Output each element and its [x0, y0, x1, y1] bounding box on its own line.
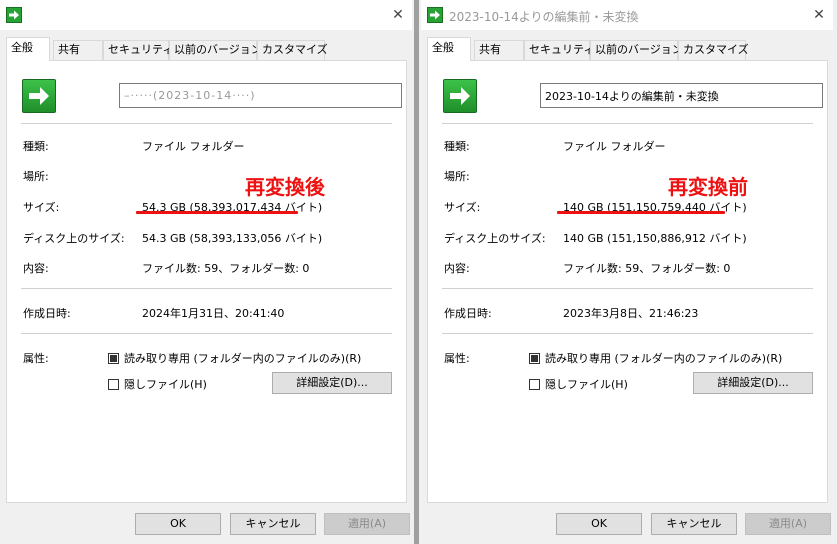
properties-dialog-left: ✕ 全般 共有 セキュリティ 以前のバージョン カスタマイズ 種類: ファイル …: [0, 0, 412, 544]
type-value: ファイル フォルダー: [142, 140, 245, 153]
annotation-label: 再変換後: [245, 175, 325, 199]
close-icon[interactable]: ✕: [809, 5, 829, 25]
hidden-checkbox-label: 隠しファイル(H): [545, 378, 628, 391]
type-label: 種類:: [444, 140, 470, 153]
annotation-underline: [557, 211, 725, 214]
created-value: 2024年1月31日、20:41:40: [142, 307, 285, 320]
readonly-checkbox[interactable]: 読み取り専用 (フォルダー内のファイルのみ)(R): [108, 350, 361, 366]
location-label: 場所:: [444, 170, 470, 183]
separator: [21, 288, 392, 289]
green-arrow-icon: [427, 7, 443, 23]
green-arrow-folder-icon: [22, 79, 56, 113]
contents-label: 内容:: [23, 262, 49, 275]
disk-size-label: ディスク上のサイズ:: [444, 232, 546, 245]
type-label: 種類:: [23, 140, 49, 153]
tab-security[interactable]: セキュリティ: [524, 40, 594, 60]
type-value: ファイル フォルダー: [563, 140, 666, 153]
tab-general[interactable]: 全般: [6, 37, 50, 61]
readonly-checkbox[interactable]: 読み取り専用 (フォルダー内のファイルのみ)(R): [529, 350, 782, 366]
apply-button[interactable]: 適用(A): [324, 513, 410, 535]
separator: [442, 288, 813, 289]
cancel-button[interactable]: キャンセル: [230, 513, 316, 535]
tab-security[interactable]: セキュリティ: [103, 40, 173, 60]
tab-previous-versions[interactable]: 以前のバージョン: [590, 40, 683, 60]
folder-name-input[interactable]: [119, 83, 402, 108]
folder-name-input[interactable]: [540, 83, 823, 108]
green-arrow-icon: [6, 7, 22, 23]
readonly-checkbox-label: 読み取り専用 (フォルダー内のファイルのみ)(R): [124, 352, 362, 365]
hidden-checkbox-label: 隠しファイル(H): [124, 378, 207, 391]
tab-general[interactable]: 全般: [427, 37, 471, 61]
tab-previous-versions[interactable]: 以前のバージョン: [169, 40, 262, 60]
window-title: 2023-10-14よりの編集前・未変換: [449, 10, 639, 24]
readonly-checkbox-box[interactable]: [529, 352, 540, 364]
contents-value: ファイル数: 59、フォルダー数: 0: [142, 262, 310, 275]
hidden-checkbox[interactable]: 隠しファイル(H): [529, 376, 628, 392]
advanced-settings-button[interactable]: 詳細設定(D)...: [272, 372, 392, 394]
general-panel: 種類: ファイル フォルダー 場所: 再変換後 サイズ: 54.3 GB (58…: [6, 60, 407, 503]
ok-button[interactable]: OK: [135, 513, 221, 535]
separator: [442, 333, 813, 334]
properties-dialog-right: 2023-10-14よりの編集前・未変換 ✕ 全般 共有 セキュリティ 以前のバ…: [421, 0, 833, 544]
disk-size-value: 140 GB (151,150,886,912 バイト): [563, 232, 747, 245]
tab-sharing[interactable]: 共有: [474, 40, 524, 60]
annotation-label: 再変換前: [668, 175, 748, 199]
created-value: 2023年3月8日、21:46:23: [563, 307, 699, 320]
window-divider: [414, 0, 419, 544]
separator: [21, 333, 392, 334]
location-label: 場所:: [23, 170, 49, 183]
advanced-settings-button[interactable]: 詳細設定(D)...: [693, 372, 813, 394]
tab-customize[interactable]: カスタマイズ: [257, 40, 328, 60]
created-label: 作成日時:: [23, 307, 71, 320]
green-arrow-folder-icon: [443, 79, 477, 113]
tab-customize[interactable]: カスタマイズ: [678, 40, 749, 60]
annotation-underline: [136, 211, 298, 214]
cancel-button[interactable]: キャンセル: [651, 513, 737, 535]
hidden-checkbox[interactable]: 隠しファイル(H): [108, 376, 207, 392]
created-label: 作成日時:: [444, 307, 492, 320]
readonly-checkbox-label: 読み取り専用 (フォルダー内のファイルのみ)(R): [545, 352, 783, 365]
close-icon[interactable]: ✕: [388, 5, 408, 25]
contents-label: 内容:: [444, 262, 470, 275]
general-panel: 種類: ファイル フォルダー 場所: 再変換前 サイズ: 140 GB (151…: [427, 60, 828, 503]
disk-size-value: 54.3 GB (58,393,133,056 バイト): [142, 232, 323, 245]
title-bar[interactable]: 2023-10-14よりの編集前・未変換 ✕: [421, 0, 833, 30]
ok-button[interactable]: OK: [556, 513, 642, 535]
attributes-label: 属性:: [23, 352, 49, 365]
separator: [21, 123, 392, 124]
disk-size-label: ディスク上のサイズ:: [23, 232, 125, 245]
hidden-checkbox-box[interactable]: [529, 378, 540, 390]
readonly-checkbox-box[interactable]: [108, 352, 119, 364]
attributes-label: 属性:: [444, 352, 470, 365]
size-label: サイズ:: [23, 201, 60, 214]
tab-sharing[interactable]: 共有: [53, 40, 103, 60]
contents-value: ファイル数: 59、フォルダー数: 0: [563, 262, 731, 275]
separator: [442, 123, 813, 124]
size-label: サイズ:: [444, 201, 481, 214]
apply-button[interactable]: 適用(A): [745, 513, 831, 535]
hidden-checkbox-box[interactable]: [108, 378, 119, 390]
title-bar[interactable]: ✕: [0, 0, 412, 30]
